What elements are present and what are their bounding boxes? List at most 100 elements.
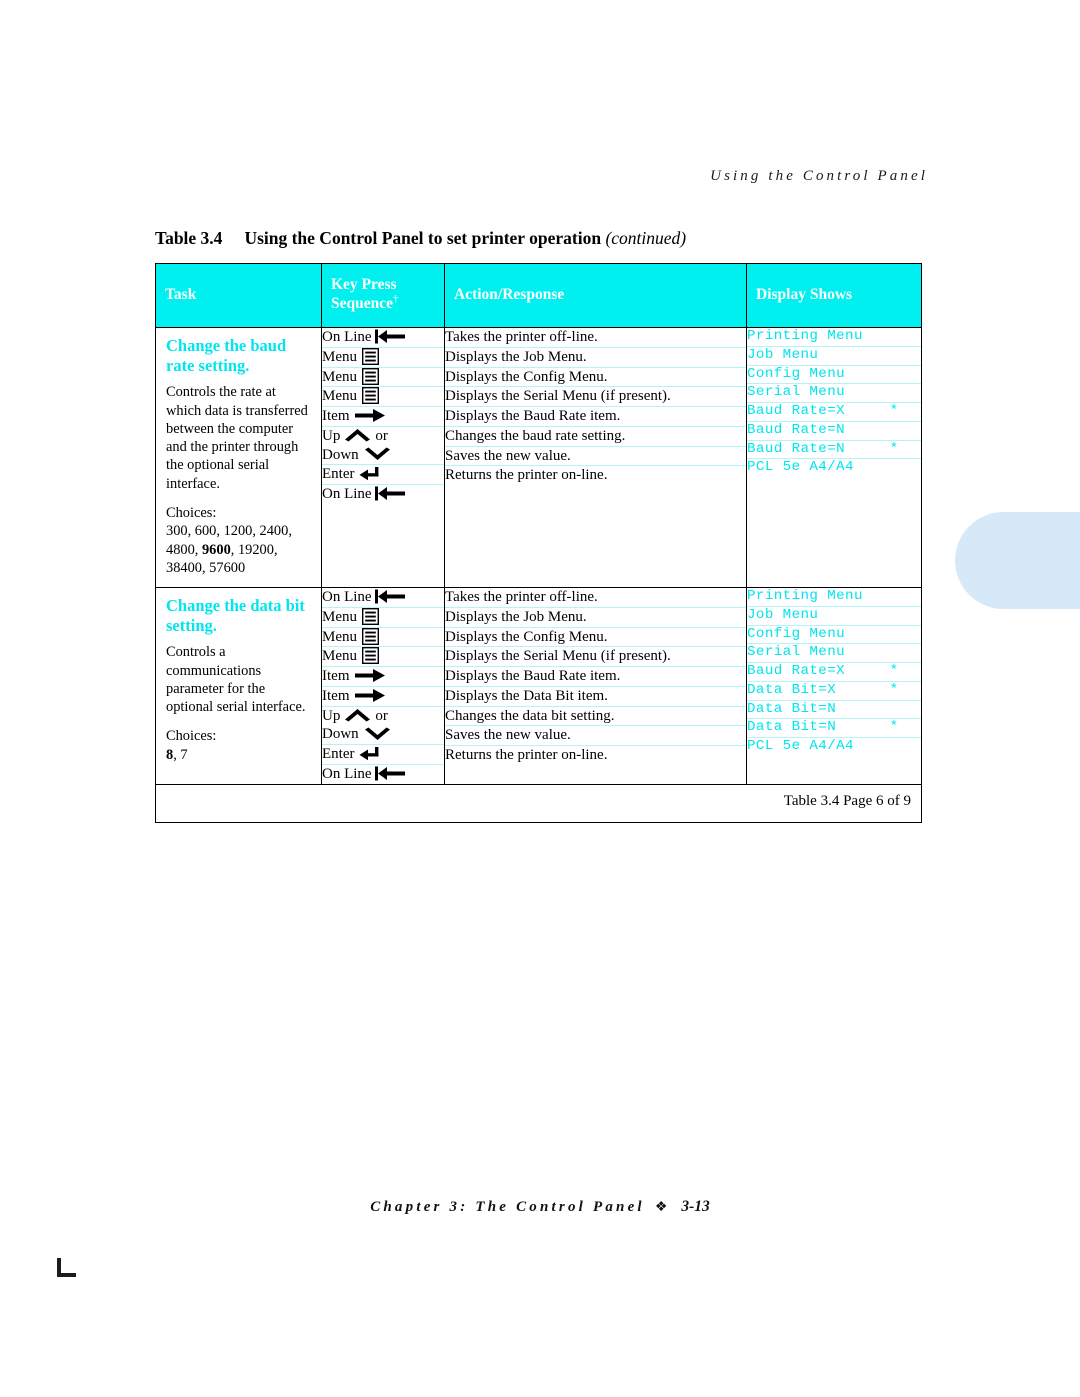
page-number: 3-13 [681,1198,710,1215]
action-text: Displays the Config Menu. [445,367,746,388]
action-response-steps: Takes the printer off-line. Displays the… [445,328,746,485]
key-label: Up [322,427,341,444]
up-arrow-key-icon [344,428,371,442]
display-text: Baud Rate=N [747,421,921,441]
display-text: PCL 5e A4/A4 [747,738,854,755]
table-row: On Line [322,328,444,348]
up-arrow-key-icon [344,708,371,722]
key-label: Menu [322,608,357,625]
table-row: Displays the Job Menu. [445,347,746,368]
action-text: Displays the Baud Rate item. [445,666,746,687]
table-header-row: Task Key Press Sequence† Action/Response… [155,263,922,328]
table-caption: Table 3.4 Using the Control Panel to set … [155,228,686,249]
table-row: Saves the new value. [445,446,746,467]
table-row: Printing Menu [747,588,921,607]
table-footer-cell: Table 3.4 Page 6 of 9 [155,783,922,823]
diamond-icon: ❖ [654,1200,668,1215]
key-label: Menu [322,348,357,365]
table-row: Job Menu [747,346,921,366]
table-row: Displays the Config Menu. [445,627,746,648]
key-press-cell: On Line Menu Menu Menu Item Item Up or Dow… [321,588,445,785]
table-row: Baud Rate=X * [747,662,921,682]
action-text: Changes the data bit setting. [445,706,746,727]
table-row: Job Menu [747,606,921,626]
table-row: Serial Menu [747,383,921,403]
on-line-key-icon [374,766,405,781]
key-label: Menu [322,388,357,405]
menu-key-icon [361,627,380,645]
menu-key-icon [361,347,380,365]
table-header: Task Key Press Sequence† Action/Response… [155,263,922,328]
choices-after: , 7 [173,746,188,763]
key-label: Up [322,707,341,724]
key-label: Enter [322,466,355,483]
display-text: Job Menu [747,606,921,626]
table-row: Enter [322,744,444,765]
table-row: Changes the data bit setting. [445,706,746,727]
action-response-steps: Takes the printer off-line. Displays the… [445,588,746,765]
table-row: Baud Rate=N [747,421,921,441]
action-response-cell: Takes the printer off-line. Displays the… [444,327,747,588]
running-head: Using the Control Panel [710,168,928,184]
table-row: Item [322,666,444,687]
display-text: Config Menu [747,365,921,385]
table-row: Menu [322,386,444,407]
table-row: On Line [322,588,444,608]
table-row: PCL 5e A4/A4 [747,738,921,756]
choices-default: 9600 [201,541,231,558]
task-title: Change the data bit setting. [166,596,305,636]
table-row: Menu [322,607,444,628]
display-shows-steps: Printing Menu Job Menu Config Menu Seria… [747,328,921,477]
action-text: Takes the printer off-line. [445,588,746,608]
table-row: PCL 5e A4/A4 [747,459,921,477]
key-conjunction: or [375,427,388,444]
key-step: Menu [322,386,444,407]
key-step: Up or Down [322,706,444,746]
key-label: On Line [322,329,372,345]
action-text: Displays the Job Menu. [445,347,746,368]
table-row: Item [322,406,444,427]
display-text: Data Bit=X * [747,681,921,701]
down-arrow-key-icon [364,727,391,741]
table-row: Returns the printer on-line. [445,466,746,485]
task-choices-values: 8, 7 [166,746,311,764]
key-label: On Line [322,589,372,606]
display-text: Serial Menu [747,383,921,403]
task-choices-label: Choices: [166,504,217,521]
key-label: On Line [322,765,372,782]
task-description: Controls the rate at which data is trans… [166,384,308,492]
page-footer: Chapter 3: The Control Panel ❖ 3-13 [0,1198,1080,1216]
table-footer-text: Table 3.4 Page 6 of 9 [783,792,911,809]
display-text: Serial Menu [747,643,921,664]
action-text: Displays the Data Bit item. [445,686,746,707]
table-caption-title: Using the Control Panel to set printer o… [244,228,602,248]
table-row: Data Bit=N [747,700,921,720]
action-text: Displays the Baud Rate item. [445,406,746,427]
task-block-row: Change the data bit setting. Controls a … [155,588,922,785]
key-label: Item [322,687,350,704]
key-press-steps: On Line Menu Menu Menu Item Up or Down Ent… [322,328,444,504]
display-text: Printing Menu [747,328,921,347]
display-text: Baud Rate=X * [747,402,921,422]
key-press-steps: On Line Menu Menu Menu Item Item Up or Dow… [322,588,444,784]
display-text: Baud Rate=N * [747,440,921,460]
display-shows-cell: Printing Menu Job Menu Config Menu Seria… [747,328,922,588]
key-step: Menu [322,646,444,668]
key-label: Menu [322,628,357,645]
display-text: Config Menu [747,625,921,645]
display-text: PCL 5e A4/A4 [747,459,854,476]
key-label: Item [322,668,350,685]
table-row: Saves the new value. [445,725,746,747]
key-label: On Line [322,486,372,502]
table-row: Changes the baud rate setting. [445,426,746,447]
table-row: Menu [322,646,444,668]
item-key-icon [354,408,385,423]
table-row: Serial Menu [747,643,921,664]
action-text: Takes the printer off-line. [445,328,746,348]
task-description: Controls a communications parameter for … [166,644,306,716]
table-row: Up or Down [322,706,444,746]
table-row: On Line [322,764,444,783]
key-step: Item [322,666,444,687]
column-header-key-press-sequence: Key Press Sequence† [321,263,445,328]
key-step: Enter [322,464,444,485]
